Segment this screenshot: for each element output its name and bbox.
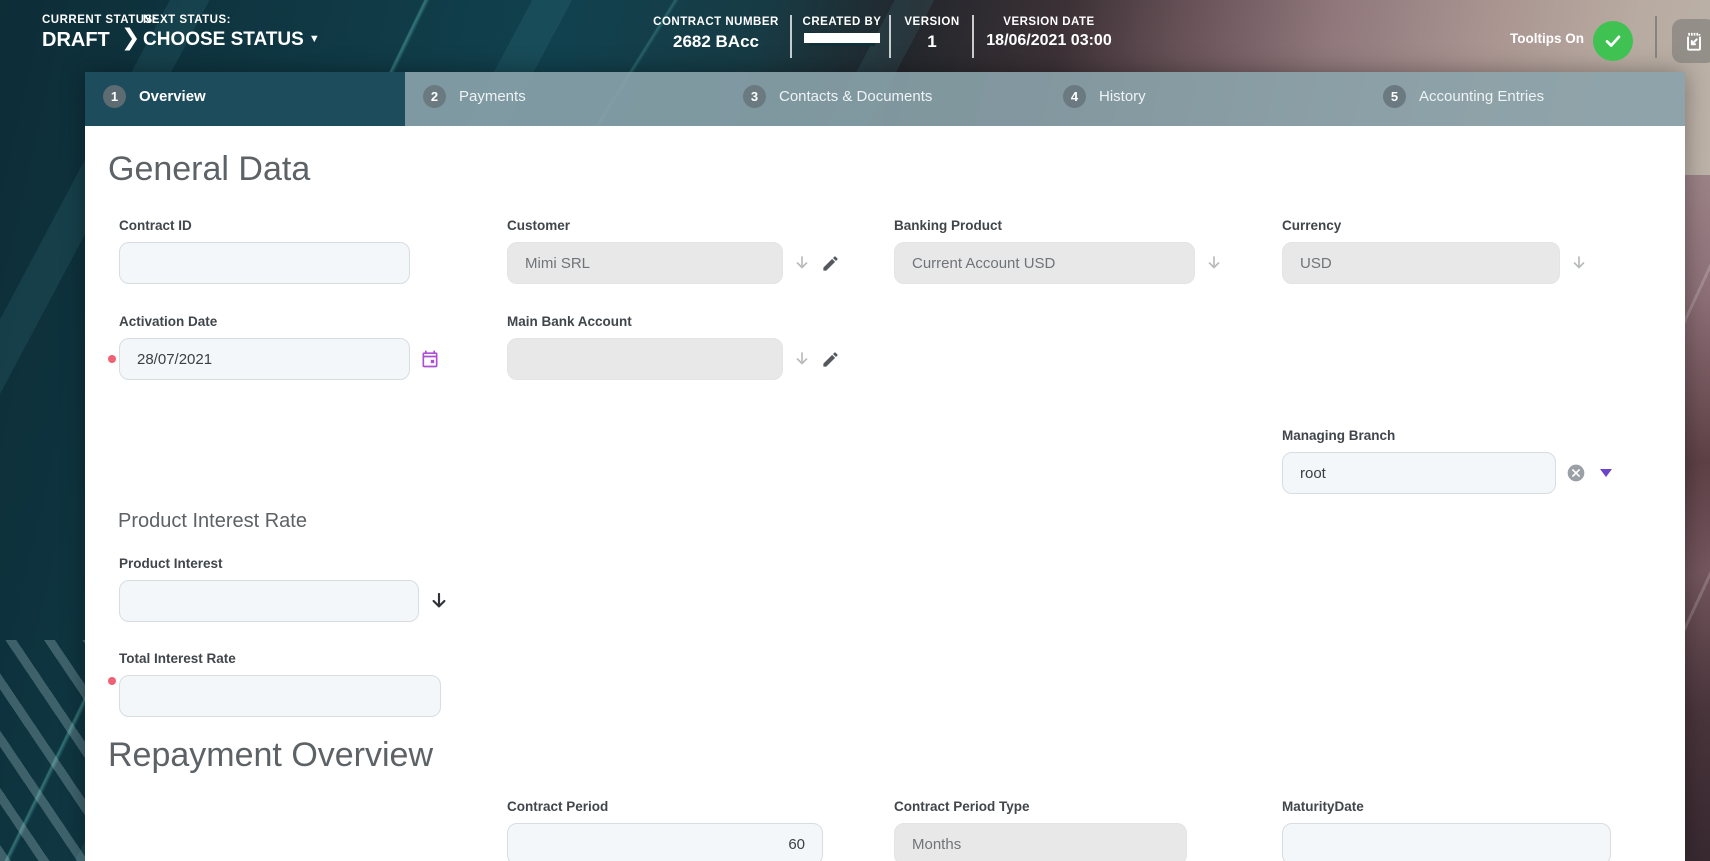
total-interest-rate-input[interactable] xyxy=(119,675,441,717)
contract-number-block: CONTRACT NUMBER 2682 BAcc xyxy=(636,16,796,52)
field-label: Customer xyxy=(507,219,840,233)
field-label: Managing Branch xyxy=(1282,429,1612,443)
version-block: VERSION 1 xyxy=(897,16,967,52)
dropdown-arrow-icon xyxy=(1205,254,1223,272)
header-divider xyxy=(790,15,792,58)
tab-label: Contacts & Documents xyxy=(779,88,932,105)
required-dot xyxy=(108,355,116,363)
header-divider xyxy=(1655,16,1657,58)
tab-payments[interactable]: 2 Payments xyxy=(405,72,725,126)
status-chevron-icon: ❯ xyxy=(121,24,140,51)
activation-date-input[interactable]: 28/07/2021 xyxy=(119,338,410,380)
field-label: MaturityDate xyxy=(1282,800,1611,814)
tab-accounting-entries[interactable]: 5 Accounting Entries xyxy=(1365,72,1685,126)
tab-label: Accounting Entries xyxy=(1419,88,1544,105)
tab-number-badge: 2 xyxy=(423,85,446,108)
product-interest-input[interactable] xyxy=(119,580,419,622)
dropdown-arrow-icon xyxy=(793,254,811,272)
field-label: Contract ID xyxy=(119,219,410,233)
tab-bar: 1 Overview 2 Payments 3 Contacts & Docum… xyxy=(85,72,1685,126)
contract-id-input[interactable] xyxy=(119,242,410,284)
contract-number-label: CONTRACT NUMBER xyxy=(636,16,796,28)
background-building xyxy=(1685,175,1710,861)
field-label: Contract Period xyxy=(507,800,823,814)
field-label: Main Bank Account xyxy=(507,315,840,329)
field-label: Product Interest xyxy=(119,557,449,571)
edit-pencil-icon[interactable] xyxy=(821,254,840,273)
version-value: 1 xyxy=(897,32,967,52)
tab-number-badge: 3 xyxy=(743,85,766,108)
customer-input: Mimi SRL xyxy=(507,242,783,284)
caret-down-icon[interactable] xyxy=(1600,469,1612,477)
created-by-label: CREATED BY xyxy=(800,16,884,28)
field-label: Contract Period Type xyxy=(894,800,1187,814)
contract-period-input[interactable]: 60 xyxy=(507,823,823,861)
version-date-block: VERSION DATE 18/06/2021 03:00 xyxy=(980,16,1118,50)
version-date-value: 18/06/2021 03:00 xyxy=(980,32,1118,50)
next-status-label: NEXT STATUS: xyxy=(143,14,320,26)
repayment-overview-title: Repayment Overview xyxy=(108,736,433,775)
tab-history[interactable]: 4 History xyxy=(1045,72,1365,126)
contract-period-type-field: Contract Period Type Months xyxy=(894,800,1187,861)
dropdown-arrow-icon xyxy=(1570,254,1588,272)
field-label: Activation Date xyxy=(119,315,440,329)
created-by-value-redacted xyxy=(807,32,877,46)
tooltips-toggle-button[interactable] xyxy=(1593,21,1633,61)
contract-period-field: Contract Period 60 xyxy=(507,800,823,861)
customer-field: Customer Mimi SRL xyxy=(507,219,840,284)
currency-input: USD xyxy=(1282,242,1560,284)
field-label: Total Interest Rate xyxy=(119,652,441,666)
tab-label: Payments xyxy=(459,88,526,105)
required-dot xyxy=(108,677,116,685)
product-interest-field: Product Interest xyxy=(119,557,449,622)
managing-branch-field: Managing Branch root xyxy=(1282,429,1612,494)
sim-card-export-button[interactable] xyxy=(1672,19,1710,63)
tab-label: Overview xyxy=(139,88,206,105)
contract-id-field: Contract ID xyxy=(119,219,410,284)
currency-field: Currency USD xyxy=(1282,219,1588,284)
tooltips-label: Tooltips On xyxy=(1500,31,1584,46)
contract-page: CURRENT STATUS: DRAFT ❯ NEXT STATUS: CHO… xyxy=(0,0,1710,861)
version-label: VERSION xyxy=(897,16,967,28)
clear-x-icon[interactable] xyxy=(1566,463,1586,483)
edit-pencil-icon[interactable] xyxy=(821,350,840,369)
main-bank-account-field: Main Bank Account xyxy=(507,315,840,380)
next-status-block: NEXT STATUS: CHOOSE STATUS▼ xyxy=(143,14,320,51)
caret-down-icon: ▼ xyxy=(309,33,320,45)
banking-product-field: Banking Product Current Account USD xyxy=(894,219,1223,284)
tab-number-badge: 4 xyxy=(1063,85,1086,108)
tab-label: History xyxy=(1099,88,1146,105)
contract-number-value: 2682 BAcc xyxy=(636,32,796,52)
choose-status-dropdown[interactable]: CHOOSE STATUS▼ xyxy=(143,29,320,51)
tab-number-badge: 1 xyxy=(103,85,126,108)
check-icon xyxy=(1602,30,1624,52)
version-date-label: VERSION DATE xyxy=(980,16,1118,28)
sim-card-arrow-icon xyxy=(1681,28,1707,54)
field-label: Currency xyxy=(1282,219,1588,233)
dropdown-arrow-dark-icon[interactable] xyxy=(429,591,449,611)
activation-date-field: Activation Date 28/07/2021 xyxy=(119,315,440,380)
general-data-title: General Data xyxy=(108,150,310,189)
field-label: Banking Product xyxy=(894,219,1223,233)
created-by-block: CREATED BY xyxy=(800,16,884,46)
maturity-date-field: MaturityDate xyxy=(1282,800,1611,861)
header-divider xyxy=(972,15,974,58)
banking-product-input: Current Account USD xyxy=(894,242,1195,284)
total-interest-rate-field: Total Interest Rate xyxy=(119,652,441,717)
product-interest-rate-title: Product Interest Rate xyxy=(118,510,307,533)
maturity-date-input[interactable] xyxy=(1282,823,1611,861)
tab-overview[interactable]: 1 Overview xyxy=(85,72,405,126)
calendar-icon[interactable] xyxy=(420,349,440,369)
tab-number-badge: 5 xyxy=(1383,85,1406,108)
header-divider xyxy=(889,15,891,58)
main-bank-account-input xyxy=(507,338,783,380)
managing-branch-input[interactable]: root xyxy=(1282,452,1556,494)
contract-period-type-input: Months xyxy=(894,823,1187,861)
tab-contacts-documents[interactable]: 3 Contacts & Documents xyxy=(725,72,1045,126)
dropdown-arrow-icon xyxy=(793,350,811,368)
